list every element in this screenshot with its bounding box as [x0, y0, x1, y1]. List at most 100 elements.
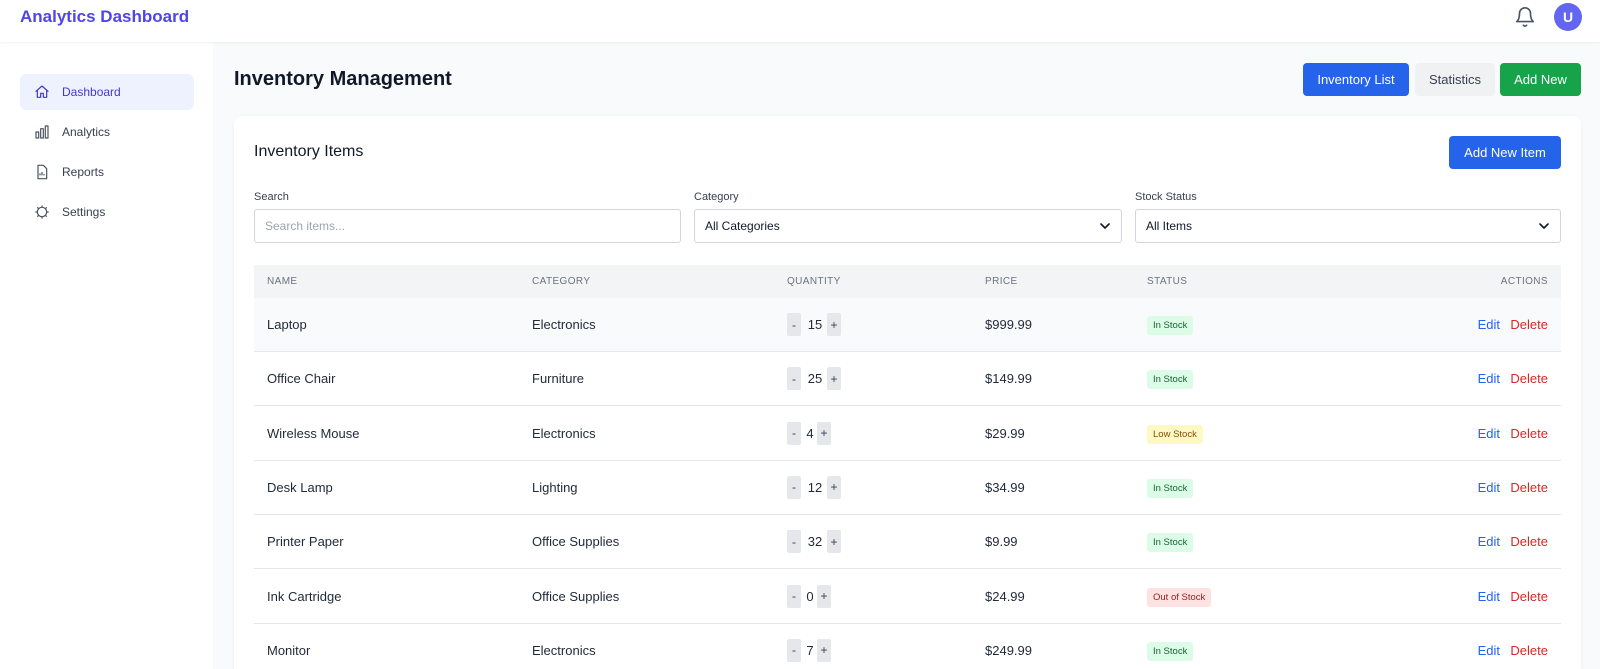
item-name: Ink Cartridge [267, 588, 342, 604]
item-category: Furniture [532, 371, 585, 387]
add-new-button[interactable]: Add New [1500, 63, 1581, 96]
item-price: $149.99 [985, 371, 1032, 387]
edit-link[interactable]: Edit [1478, 480, 1500, 495]
delete-link[interactable]: Delete [1510, 426, 1548, 441]
sidebar-item-settings[interactable]: Settings [20, 194, 194, 230]
item-price: $24.99 [985, 588, 1025, 604]
column-header-category: CATEGORY [532, 276, 591, 287]
gear-icon [35, 205, 49, 219]
item-quantity: 4 [806, 425, 814, 441]
table-row: Laptop Electronics -15 + $999.99 In Stock Edit… [254, 298, 1561, 352]
edit-link[interactable]: Edit [1478, 426, 1500, 441]
sidebar-item-dashboard[interactable]: Dashboard [20, 74, 194, 110]
page-title: Inventory Management [234, 68, 452, 90]
item-quantity: 12 [807, 479, 823, 495]
item-price: $29.99 [985, 425, 1025, 441]
sidebar-item-label: Settings [62, 205, 106, 219]
increment-button[interactable]: + [817, 584, 831, 608]
item-quantity: 25 [807, 371, 823, 387]
status-badge: In Stock [1147, 370, 1194, 390]
category-select-value: All Categories [705, 219, 780, 233]
increment-button[interactable]: + [817, 421, 831, 445]
edit-link[interactable]: Edit [1478, 589, 1500, 604]
delete-link[interactable]: Delete [1510, 317, 1548, 332]
delete-link[interactable]: Delete [1510, 480, 1548, 495]
statistics-button[interactable]: Statistics [1415, 63, 1495, 96]
status-badge: In Stock [1147, 316, 1194, 335]
item-name: Printer Paper [267, 534, 344, 550]
delete-link[interactable]: Delete [1510, 534, 1548, 549]
item-price: $249.99 [985, 642, 1032, 658]
status-badge: Low Stock [1147, 424, 1203, 444]
chevron-down-icon [1100, 223, 1110, 229]
chevron-down-icon [1539, 223, 1549, 229]
app-title[interactable]: Analytics Dashboard [20, 7, 189, 27]
item-quantity: 0 [806, 588, 814, 604]
table-row: Printer Paper Office Supplies -32 + $9.99 In … [254, 515, 1561, 570]
decrement-button[interactable]: - [787, 313, 801, 336]
delete-link[interactable]: Delete [1510, 371, 1548, 386]
sidebar-item-reports[interactable]: Reports [20, 154, 194, 190]
table-header: NAME CATEGORY QUANTITY PRICE STATUS ACTI… [254, 265, 1561, 298]
status-badge: Out of Stock [1147, 587, 1212, 607]
item-category: Lighting [532, 479, 578, 495]
sidebar-item-label: Analytics [62, 125, 111, 139]
item-name: Office Chair [267, 371, 336, 387]
column-header-name: NAME [267, 276, 298, 287]
search-input[interactable]: Search items... [254, 209, 681, 243]
increment-button[interactable]: + [827, 530, 841, 554]
item-quantity: 7 [806, 642, 814, 658]
item-quantity: 32 [807, 534, 823, 550]
column-header-quantity: QUANTITY [787, 276, 841, 287]
edit-link[interactable]: Edit [1478, 317, 1500, 332]
item-name: Monitor [267, 642, 311, 658]
add-new-item-button[interactable]: Add New Item [1449, 136, 1561, 169]
status-badge: In Stock [1147, 641, 1194, 661]
item-price: $34.99 [985, 479, 1025, 495]
inventory-title: Inventory Items [254, 143, 364, 160]
stock-status-select[interactable]: All Items [1135, 209, 1561, 243]
inventory-list-button[interactable]: Inventory List [1303, 63, 1409, 96]
increment-button[interactable]: + [827, 313, 841, 336]
edit-link[interactable]: Edit [1478, 371, 1500, 386]
decrement-button[interactable]: - [787, 584, 801, 608]
item-category: Electronics [532, 642, 596, 658]
delete-link[interactable]: Delete [1510, 589, 1548, 604]
increment-button[interactable]: + [817, 638, 831, 662]
column-header-actions: ACTIONS [1500, 276, 1548, 287]
bell-icon[interactable] [1514, 6, 1536, 28]
item-category: Office Supplies [532, 588, 620, 604]
avatar[interactable]: U [1554, 3, 1582, 31]
item-category: Office Supplies [532, 534, 620, 550]
decrement-button[interactable]: - [787, 367, 801, 391]
document-icon [37, 164, 48, 180]
decrement-button[interactable]: - [787, 475, 801, 499]
increment-button[interactable]: + [827, 475, 841, 499]
item-name: Desk Lamp [267, 479, 333, 495]
decrement-button[interactable]: - [787, 530, 801, 554]
increment-button[interactable]: + [827, 367, 841, 391]
sidebar-item-label: Dashboard [62, 85, 121, 99]
category-select[interactable]: All Categories [694, 209, 1122, 243]
table-row: Ink Cartridge Office Supplies -0 + $24.99 Out… [254, 569, 1561, 624]
table-row: Desk Lamp Lighting -12 + $34.99 In Stock Edit D… [254, 460, 1561, 515]
table-row: Office Chair Furniture -25 + $149.99 In Stock… [254, 352, 1561, 407]
top-bar: Analytics Dashboard U [0, 0, 1600, 42]
table-row: Wireless Mouse Electronics -4 + $29.99 Low St… [254, 406, 1561, 461]
stock-status-label: Stock Status [1135, 191, 1197, 203]
stock-status-select-value: All Items [1146, 219, 1193, 233]
decrement-button[interactable]: - [787, 638, 801, 662]
status-badge: In Stock [1147, 478, 1194, 498]
sidebar-item-analytics[interactable]: Analytics [20, 114, 194, 150]
column-header-price: PRICE [985, 276, 1018, 287]
sidebar-item-label: Reports [62, 165, 105, 179]
edit-link[interactable]: Edit [1478, 643, 1500, 658]
status-badge: In Stock [1147, 533, 1194, 553]
delete-link[interactable]: Delete [1510, 643, 1548, 658]
edit-link[interactable]: Edit [1478, 534, 1500, 549]
item-price: $999.99 [985, 317, 1032, 332]
item-name: Laptop [267, 317, 307, 332]
decrement-button[interactable]: - [787, 421, 801, 445]
search-label: Search [254, 191, 289, 203]
item-price: $9.99 [985, 534, 1018, 550]
